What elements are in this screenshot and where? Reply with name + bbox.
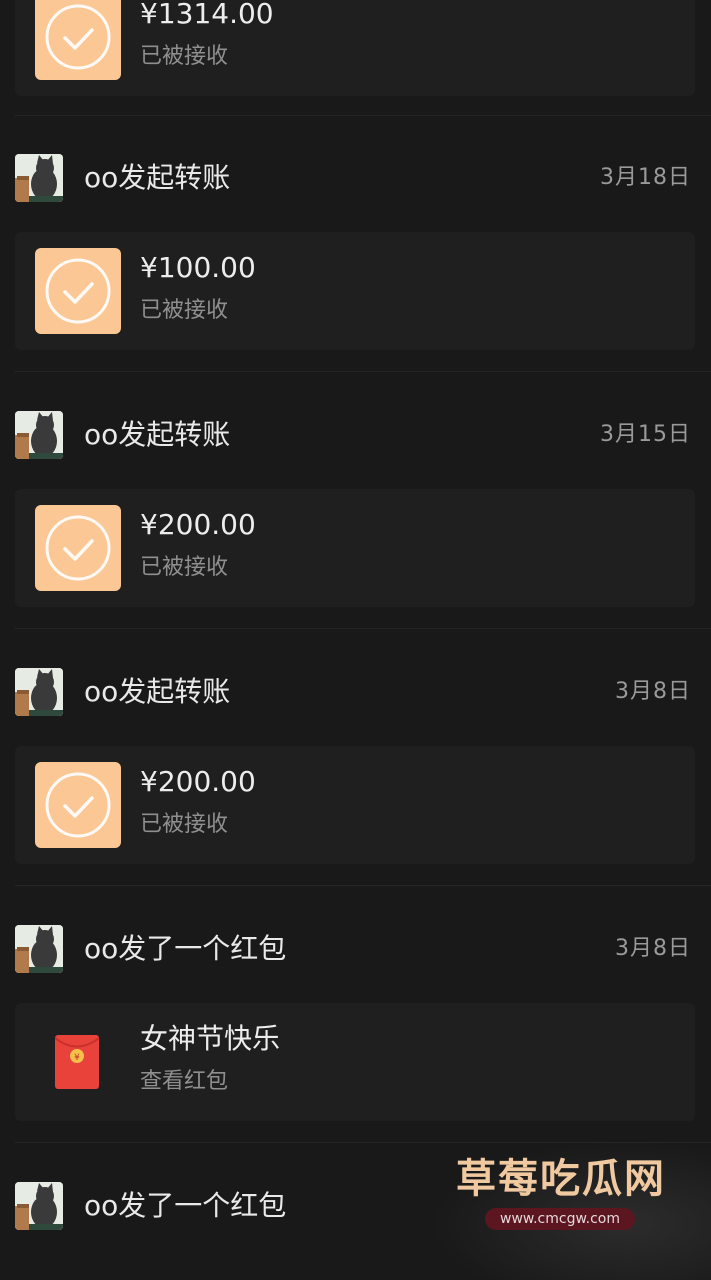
divider	[15, 371, 711, 372]
transfer-card[interactable]: ¥100.00 已被接收	[15, 232, 695, 350]
entry-title: oo发起转账	[84, 675, 231, 708]
transfer-card[interactable]: ¥200.00 已被接收	[15, 489, 695, 607]
cat-avatar[interactable]	[15, 668, 63, 716]
entry-title: oo发了一个红包	[84, 932, 287, 965]
transfer-card[interactable]: ¥200.00 已被接收	[15, 746, 695, 864]
transfer-status: 已被接收	[140, 812, 229, 837]
entry-header: oo发起转账 3月18日	[0, 148, 711, 208]
divider	[15, 115, 711, 116]
transfer-amount: ¥100.00	[140, 251, 256, 284]
divider	[15, 885, 711, 886]
entry-title: oo发起转账	[84, 161, 231, 194]
transfer-amount: ¥1314.00	[140, 0, 274, 30]
entry-header: oo发起转账 3月8日	[0, 662, 711, 722]
watermark: 草莓吃瓜网 www.cmcgw.com	[430, 1140, 711, 1280]
entry-title: oo发了一个红包	[84, 1189, 287, 1222]
svg-text:¥: ¥	[74, 1053, 80, 1063]
entry-header: oo发了一个红包 3月8日	[0, 919, 711, 979]
transfer-amount: ¥200.00	[140, 765, 256, 798]
check-circle-icon	[35, 248, 121, 334]
red-packet-icon: ¥	[54, 1035, 100, 1089]
entry-date: 3月8日	[615, 936, 691, 961]
entry-date: 3月15日	[600, 422, 691, 447]
watermark-title: 草莓吃瓜网	[456, 1156, 666, 1202]
cat-avatar[interactable]	[15, 1182, 63, 1230]
view-red-packet-link[interactable]: 查看红包	[140, 1067, 228, 1097]
red-packet-message: 女神节快乐	[140, 1022, 281, 1055]
red-packet-card[interactable]: ¥ 女神节快乐 查看红包	[15, 1003, 695, 1121]
transfer-status: 已被接收	[140, 44, 229, 69]
transfer-amount: ¥200.00	[140, 508, 256, 541]
divider	[15, 628, 711, 629]
watermark-url: www.cmcgw.com	[485, 1208, 635, 1230]
cat-avatar[interactable]	[15, 411, 63, 459]
entry-date: 3月8日	[615, 679, 691, 704]
transfer-status: 已被接收	[140, 555, 229, 580]
entry-title: oo发起转账	[84, 418, 231, 451]
entry-date: 3月18日	[600, 165, 691, 190]
transfer-status: 已被接收	[140, 298, 229, 323]
cat-avatar[interactable]	[15, 925, 63, 973]
check-circle-icon	[35, 762, 121, 848]
transfer-history-feed: ¥1314.00 已被接收 oo发起转账 3月18日 ¥100.00 已被接收 …	[0, 0, 711, 1280]
entry-header: oo发起转账 3月15日	[0, 405, 711, 465]
check-circle-icon	[35, 505, 121, 591]
check-circle-icon	[35, 0, 121, 80]
cat-avatar[interactable]	[15, 154, 63, 202]
transfer-card[interactable]: ¥1314.00 已被接收	[15, 0, 695, 96]
